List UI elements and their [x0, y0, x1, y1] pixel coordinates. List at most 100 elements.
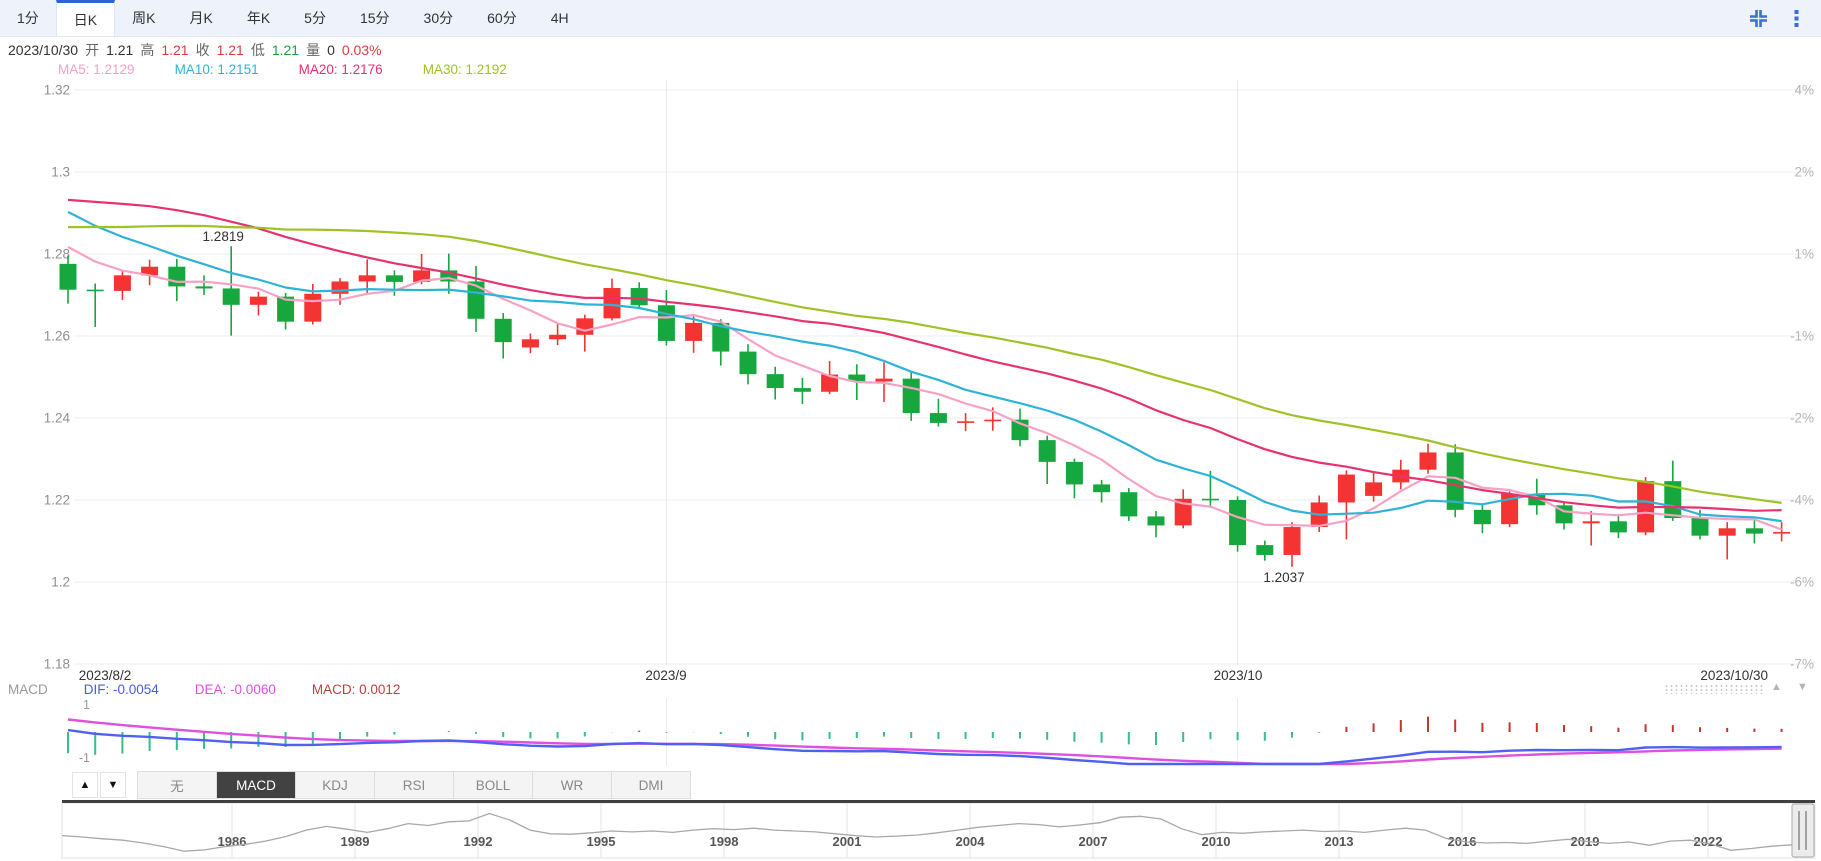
quote-part: 0.03% — [342, 42, 382, 58]
candle[interactable] — [930, 399, 947, 427]
macd-axis-top: 1 — [83, 698, 90, 712]
candle[interactable] — [1284, 522, 1301, 567]
period-tab-30分[interactable]: 30分 — [407, 0, 471, 36]
ma10-legend: MA10: 1.2151 — [175, 62, 259, 77]
indicator-tab-无[interactable]: 无 — [138, 772, 217, 798]
candle[interactable] — [1012, 409, 1029, 447]
candle[interactable] — [957, 413, 974, 431]
navigator-year-label: 1998 — [710, 834, 739, 849]
candle[interactable] — [740, 344, 757, 384]
period-tab-周K[interactable]: 周K — [115, 0, 172, 36]
period-tab-年K[interactable]: 年K — [230, 0, 287, 36]
percent-axis-label: 4% — [1794, 83, 1814, 98]
candle[interactable] — [1365, 473, 1382, 502]
candle[interactable] — [141, 260, 158, 285]
candle[interactable] — [1039, 436, 1056, 484]
macd-title: MACD — [8, 682, 48, 697]
indicator-tab-WR[interactable]: WR — [533, 772, 612, 798]
indicator-tab-MACD[interactable]: MACD — [217, 772, 296, 798]
indicator-tab-RSI[interactable]: RSI — [375, 772, 454, 798]
range-slider-handle[interactable] — [1792, 804, 1814, 857]
price-axis-label: 1.3 — [51, 165, 70, 180]
candle[interactable] — [250, 292, 267, 316]
percent-axis-label: -2% — [1790, 411, 1814, 426]
macd-chart[interactable]: 1-1 — [0, 698, 1821, 766]
period-tab-4H[interactable]: 4H — [534, 0, 586, 36]
candle[interactable] — [114, 271, 131, 300]
candle[interactable] — [60, 256, 77, 304]
price-axis-label: 1.24 — [44, 411, 71, 426]
period-tab-月K[interactable]: 月K — [172, 0, 229, 36]
indicator-tab-KDJ[interactable]: KDJ — [296, 772, 375, 798]
resize-up-icon[interactable]: ▲ — [1771, 681, 1782, 693]
dif-line — [68, 730, 1782, 764]
candle[interactable] — [1175, 489, 1192, 528]
quote-part: 1.21 — [161, 42, 188, 58]
history-navigator[interactable]: 1986198919921995199820012004200720102013… — [0, 803, 1821, 861]
candle[interactable] — [468, 266, 485, 332]
candle[interactable] — [604, 279, 621, 321]
candle[interactable] — [223, 246, 240, 335]
percent-axis-label: -4% — [1790, 493, 1814, 508]
percent-axis-label: 1% — [1794, 247, 1814, 262]
quote-part: 2023/10/30 — [8, 42, 78, 58]
exit-fullscreen-icon[interactable] — [1749, 9, 1768, 28]
macd-value: DEA: -0.0060 — [195, 682, 276, 697]
period-tab-60分[interactable]: 60分 — [470, 0, 534, 36]
quote-part: 开 — [85, 40, 99, 60]
candle[interactable] — [1093, 480, 1110, 503]
indicator-tab-DMI[interactable]: DMI — [612, 772, 690, 798]
candle[interactable] — [549, 323, 566, 345]
candle[interactable] — [495, 313, 512, 359]
quote-part: 收 — [196, 40, 210, 60]
candle[interactable] — [631, 282, 648, 308]
indicator-tabs: 无MACDKDJRSIBOLLWRDMI — [137, 771, 691, 799]
candle[interactable] — [576, 315, 593, 352]
candle[interactable] — [1474, 504, 1491, 534]
period-tab-15分[interactable]: 15分 — [343, 0, 407, 36]
candlestick-chart[interactable]: 1.324%1.32%1.281%1.26-1%1.24-2%1.22-4%1.… — [0, 80, 1821, 685]
candle[interactable] — [903, 372, 920, 420]
high-annotation: 1.2819 — [203, 229, 244, 244]
candle[interactable] — [1664, 461, 1681, 521]
candle[interactable] — [196, 275, 213, 295]
price-axis-label: 1.18 — [44, 657, 70, 672]
ma5-line — [68, 247, 1782, 530]
candle[interactable] — [767, 367, 784, 400]
pane-expand-button[interactable]: ▲ — [72, 772, 98, 798]
candle[interactable] — [1338, 470, 1355, 539]
ma20-line — [68, 200, 1782, 511]
period-bar-icons — [1749, 0, 1799, 36]
candle[interactable] — [1719, 522, 1736, 559]
candle[interactable] — [1066, 459, 1083, 499]
candle[interactable] — [1583, 511, 1600, 545]
period-tab-日K[interactable]: 日K — [56, 0, 115, 36]
chart-application: 1分日K周K月K年K5分15分30分60分4H 2023/10/30开1.21高… — [0, 0, 1821, 861]
price-axis-label: 1.2 — [51, 575, 70, 590]
ma20-legend: MA20: 1.2176 — [299, 62, 383, 77]
ma30-line — [68, 226, 1782, 503]
navigator-year-label: 2004 — [956, 834, 986, 849]
candle[interactable] — [87, 284, 104, 327]
period-tab-1分[interactable]: 1分 — [0, 0, 56, 36]
candle[interactable] — [1773, 522, 1790, 541]
quote-part: 量 — [306, 40, 320, 60]
candle[interactable] — [794, 378, 811, 404]
candle[interactable] — [1556, 502, 1573, 530]
kebab-menu-icon[interactable] — [1794, 9, 1799, 28]
pane-resize-handle[interactable] — [1664, 684, 1764, 694]
price-axis-label: 1.32 — [44, 83, 70, 98]
candle[interactable] — [1256, 541, 1273, 561]
candle[interactable] — [1501, 491, 1518, 527]
candle[interactable] — [1120, 488, 1137, 521]
candle[interactable] — [1746, 520, 1763, 543]
candle[interactable] — [1229, 496, 1246, 551]
candle[interactable] — [1148, 511, 1165, 537]
indicator-tab-BOLL[interactable]: BOLL — [454, 772, 533, 798]
candle[interactable] — [1420, 444, 1437, 474]
resize-down-icon[interactable]: ▼ — [1797, 681, 1808, 693]
candle[interactable] — [1610, 514, 1627, 538]
pane-shrink-button[interactable]: ▼ — [100, 772, 126, 798]
dea-line — [68, 720, 1782, 765]
period-tab-5分[interactable]: 5分 — [287, 0, 343, 36]
